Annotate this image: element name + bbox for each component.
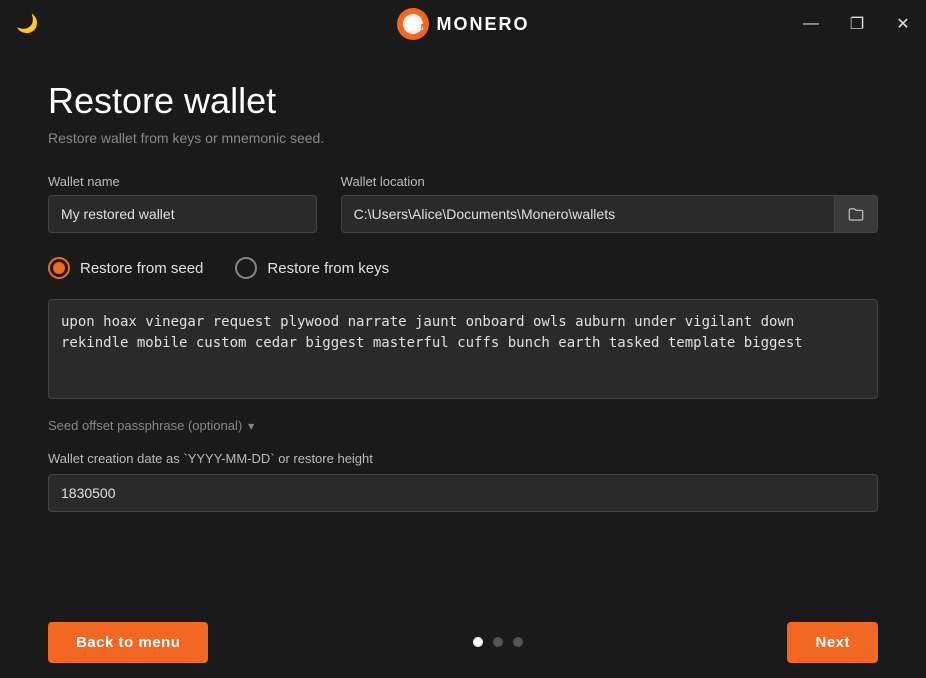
pagination-dot-1 xyxy=(473,637,483,647)
pagination-dot-3 xyxy=(513,637,523,647)
page-title: Restore wallet xyxy=(48,80,878,122)
wallet-name-group: Wallet name xyxy=(48,174,317,233)
wallet-info-row: Wallet name Wallet location xyxy=(48,174,878,233)
footer: Back to menu Next xyxy=(0,606,926,678)
passphrase-label: Seed offset passphrase (optional) xyxy=(48,418,242,433)
date-group: Wallet creation date as `YYYY-MM-DD` or … xyxy=(48,451,878,512)
theme-toggle-button[interactable]: 🌙 xyxy=(16,14,38,35)
radio-inner-dot xyxy=(53,262,65,274)
seed-textarea[interactable]: upon hoax vinegar request plywood narrat… xyxy=(48,299,878,399)
back-to-menu-button[interactable]: Back to menu xyxy=(48,622,208,663)
minimize-button[interactable]: — xyxy=(788,0,834,48)
date-input[interactable] xyxy=(48,474,878,512)
wallet-location-label: Wallet location xyxy=(341,174,878,189)
maximize-button[interactable]: ❐ xyxy=(834,0,880,48)
wallet-location-input[interactable] xyxy=(341,195,835,233)
restore-seed-radio[interactable] xyxy=(48,257,70,279)
pagination-dots xyxy=(473,637,523,647)
wallet-location-input-group xyxy=(341,195,878,233)
date-label: Wallet creation date as `YYYY-MM-DD` or … xyxy=(48,451,878,466)
restore-from-seed-option[interactable]: Restore from seed xyxy=(48,257,203,279)
pagination-dot-2 xyxy=(493,637,503,647)
wallet-name-input[interactable] xyxy=(48,195,317,233)
restore-keys-radio[interactable] xyxy=(235,257,257,279)
app-logo: MONERO xyxy=(397,8,530,40)
folder-icon xyxy=(847,205,865,223)
title-bar: 🌙 MONERO — ❐ ✕ xyxy=(0,0,926,48)
restore-keys-label: Restore from keys xyxy=(267,260,389,277)
next-button[interactable]: Next xyxy=(787,622,878,663)
browse-folder-button[interactable] xyxy=(835,195,878,233)
restore-seed-label: Restore from seed xyxy=(80,260,203,277)
page-subtitle: Restore wallet from keys or mnemonic see… xyxy=(48,130,878,146)
chevron-down-icon: ▾ xyxy=(248,419,254,433)
wallet-name-label: Wallet name xyxy=(48,174,317,189)
restore-method-row: Restore from seed Restore from keys xyxy=(48,257,878,279)
app-title: MONERO xyxy=(437,14,530,35)
wallet-location-group: Wallet location xyxy=(341,174,878,233)
window-controls: — ❐ ✕ xyxy=(788,0,926,48)
main-content: Restore wallet Restore wallet from keys … xyxy=(0,48,926,512)
close-button[interactable]: ✕ xyxy=(880,0,926,48)
restore-from-keys-option[interactable]: Restore from keys xyxy=(235,257,389,279)
passphrase-row[interactable]: Seed offset passphrase (optional) ▾ xyxy=(48,418,878,433)
monero-logo-icon xyxy=(397,8,429,40)
